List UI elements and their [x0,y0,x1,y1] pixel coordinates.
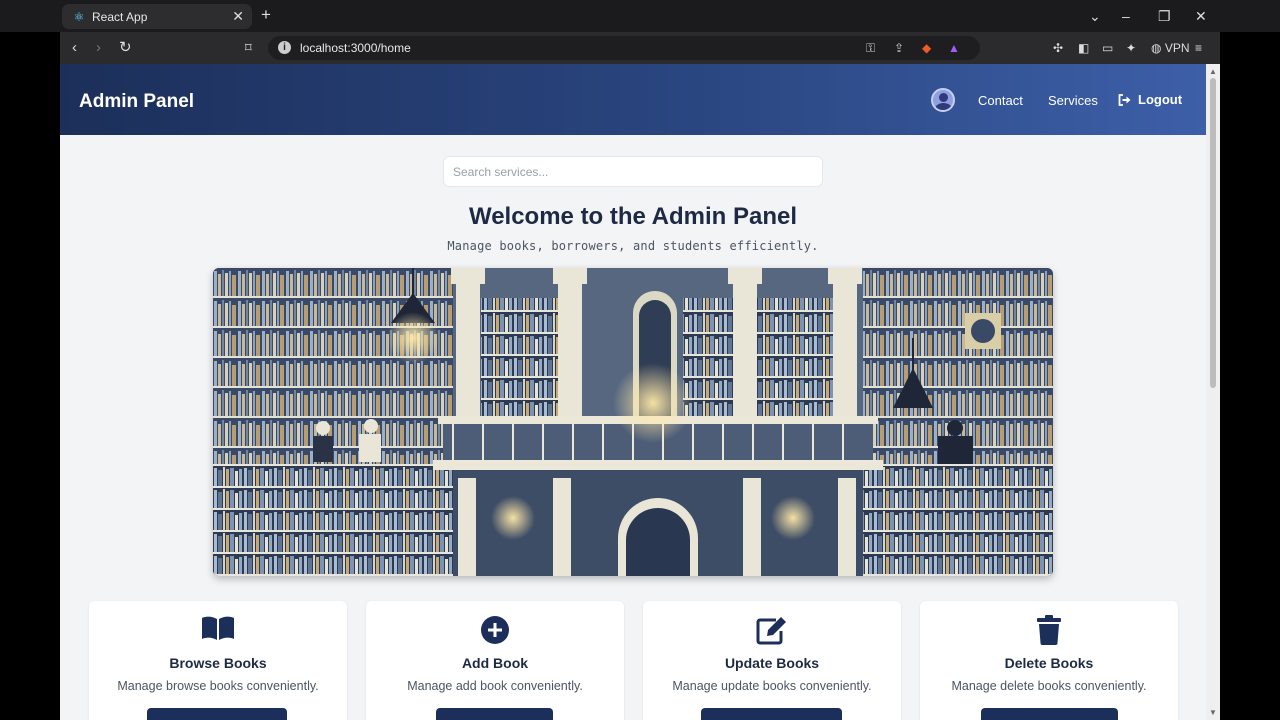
update-books-button[interactable] [701,708,842,720]
tab-search-chevron-icon[interactable]: ⌄ [1089,8,1101,24]
browse-books-button[interactable] [147,708,287,720]
page-subtitle: Manage books, borrowers, and students ef… [447,239,819,253]
close-tab-icon[interactable]: ✕ [232,8,244,24]
plus-circle-icon [366,615,624,644]
bookmark-icon[interactable]: ⌑ [245,39,252,57]
browser-tab[interactable]: ⚛ React App ✕ [62,4,252,29]
key-icon[interactable]: ⚿ [866,40,875,56]
card-title: Add Book [461,655,529,671]
leo-ai-icon[interactable]: ✦ [1126,40,1136,56]
right-border [1220,32,1280,720]
back-icon[interactable]: ‹ [72,39,77,57]
vpn-button[interactable]: ◍ VPN [1151,40,1190,56]
menu-icon[interactable]: ≡ [1195,40,1202,56]
vpn-label: VPN [1164,41,1190,55]
reload-icon[interactable]: ↻ [119,39,132,57]
add-book-button[interactable] [436,708,553,720]
share-icon[interactable]: ⇪ [894,40,904,56]
site-info-icon[interactable]: i [278,41,291,54]
logout-button[interactable]: Logout [1118,92,1182,107]
window-close-icon[interactable]: ✕ [1195,8,1207,24]
nav-services-link[interactable]: Services [1048,93,1098,108]
scroll-up-icon[interactable]: ▲ [1209,67,1217,76]
edit-icon [643,615,901,645]
card-delete-books: Delete Books Manage delete books conveni… [920,601,1178,720]
browser-toolbar: ‹ › ↻ ⌑ i localhost:3000/home ⚿ ⇪ ◆ ▲ ✣ … [60,32,1220,64]
address-bar[interactable]: i localhost:3000/home ⚿ ⇪ ◆ ▲ [268,36,980,60]
card-title: Delete Books [1004,655,1094,671]
search-input[interactable] [443,156,823,187]
user-avatar-icon[interactable] [931,88,955,112]
logout-icon [1118,93,1131,106]
tab-title: React App [92,9,148,24]
scrollbar-thumb[interactable] [1210,78,1216,388]
card-update-books: Update Books Manage update books conveni… [643,601,901,720]
card-add-book: Add Book Manage add book conveniently. [366,601,624,720]
brand-title: Admin Panel [79,91,195,112]
forward-icon[interactable]: › [96,39,101,57]
delete-books-button[interactable] [981,708,1118,720]
scroll-down-icon[interactable]: ▼ [1209,708,1217,717]
react-favicon-icon: ⚛ [73,9,85,24]
open-book-icon [89,615,347,643]
page-scrollbar[interactable]: ▲ ▼ [1206,64,1220,720]
brave-shield-icon[interactable]: ◆ [922,40,931,56]
app-header: Admin Panel Contact Services Logout [60,64,1206,135]
browser-tab-bar: ⚛ React App ✕ + ⌄ – ❐ ✕ [0,0,1280,32]
extensions-icon[interactable]: ✣ [1053,40,1063,56]
card-title: Update Books [724,655,820,671]
trash-icon [920,615,1178,645]
library-hero-image [213,268,1053,576]
page-title: Welcome to the Admin Panel [468,203,798,230]
wallet-icon[interactable]: ▭ [1102,40,1113,56]
card-description: Manage delete books conveniently. [951,679,1147,693]
sidebar-icon[interactable]: ◧ [1078,40,1089,56]
card-description: Manage browse books conveniently. [117,679,319,693]
card-title: Browse Books [169,655,267,671]
url-text: localhost:3000/home [300,41,411,55]
left-border [0,32,60,720]
minimize-icon[interactable]: – [1122,8,1130,24]
page: Admin Panel Contact Services Logout Welc… [60,64,1206,720]
card-browse-books: Browse Books Manage browse books conveni… [89,601,347,720]
new-tab-icon[interactable]: + [261,6,271,24]
logout-label: Logout [1138,92,1183,107]
maximize-icon[interactable]: ❐ [1158,8,1171,24]
nav-contact-link[interactable]: Contact [978,93,1023,108]
card-description: Manage update books conveniently. [672,679,872,693]
brave-rewards-icon[interactable]: ▲ [948,40,960,56]
card-description: Manage add book conveniently. [407,679,583,693]
